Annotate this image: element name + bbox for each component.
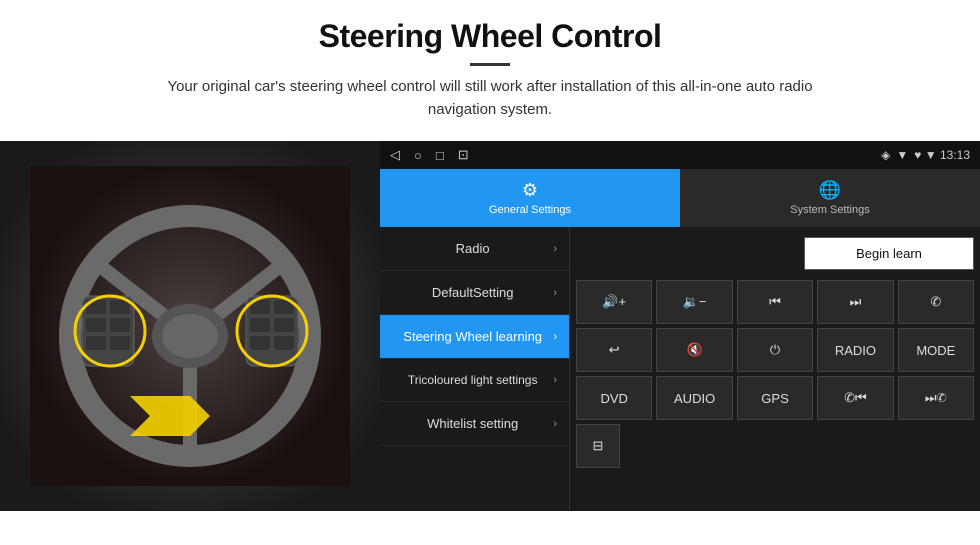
left-menu: Radio › DefaultSetting › Steering Wheel … — [380, 227, 570, 511]
settings-bottom-button[interactable]: ⊟ — [576, 424, 620, 468]
steering-wheel-area — [0, 141, 380, 511]
control-row-1: 🔊+ 🔉− ⏮ ⏭ ✆ — [576, 280, 974, 324]
control-row-2: ↩ 🔇 ⏻ RADIO MODE — [576, 328, 974, 372]
gps-button[interactable]: GPS — [737, 376, 813, 420]
radio-label: RADIO — [835, 343, 876, 358]
system-settings-icon: 🌐 — [819, 180, 841, 201]
tab-general[interactable]: ⚙ General Settings — [380, 169, 680, 227]
main-content: ◁ ○ □ ⊡ ◈ ▼ ♥ ▼ 13:13 ⚙ General Settings… — [0, 141, 980, 511]
vol-up-icon: 🔊+ — [602, 294, 626, 310]
right-panel: Begin learn 🔊+ 🔉− ⏮ — [570, 227, 980, 511]
mode-button[interactable]: MODE — [898, 328, 974, 372]
radio-button[interactable]: RADIO — [817, 328, 893, 372]
begin-learn-row: Begin learn — [576, 233, 974, 276]
tab-general-label: General Settings — [489, 204, 571, 216]
wifi-icon: ▼ — [896, 148, 908, 162]
chevron-icon: › — [553, 331, 557, 343]
gps-label: GPS — [761, 391, 788, 406]
dvd-button[interactable]: DVD — [576, 376, 652, 420]
general-settings-icon: ⚙ — [522, 180, 538, 201]
page-header: Steering Wheel Control Your original car… — [0, 0, 980, 129]
control-grid: 🔊+ 🔉− ⏮ ⏭ ✆ — [576, 280, 974, 468]
menu-item-steering[interactable]: Steering Wheel learning › — [380, 315, 569, 359]
chevron-icon: › — [553, 243, 557, 255]
phone-answer-icon: ✆ — [930, 294, 941, 310]
begin-learn-button[interactable]: Begin learn — [804, 237, 974, 270]
control-row-4: ⊟ — [576, 424, 974, 468]
prev-track-icon: ⏮ — [769, 294, 781, 310]
status-bar: ◁ ○ □ ⊡ ◈ ▼ ♥ ▼ 13:13 — [380, 141, 980, 169]
mute-icon: 🔇 — [687, 342, 703, 358]
title-divider — [470, 63, 510, 66]
menu-item-defaultsetting[interactable]: DefaultSetting › — [380, 271, 569, 315]
page-title: Steering Wheel Control — [0, 18, 980, 55]
steering-wheel-svg — [30, 166, 350, 486]
tab-system-label: System Settings — [790, 204, 869, 216]
recents-icon: □ — [436, 148, 444, 163]
next-track-button[interactable]: ⏭ — [817, 280, 893, 324]
tab-system[interactable]: 🌐 System Settings — [680, 169, 980, 227]
status-bar-left: ◁ ○ □ ⊡ — [390, 147, 469, 163]
vol-down-icon: 🔉− — [683, 294, 707, 310]
hang-up-button[interactable]: ↩ — [576, 328, 652, 372]
phone-next-icon: ⏭✆ — [925, 390, 947, 406]
clock: ♥ ▼ 13:13 — [914, 148, 970, 162]
audio-label: AUDIO — [674, 391, 715, 406]
phone-prev-icon: ✆⏮ — [844, 390, 867, 406]
vol-down-button[interactable]: 🔉− — [656, 280, 732, 324]
prev-track-button[interactable]: ⏮ — [737, 280, 813, 324]
chevron-icon: › — [553, 418, 557, 430]
location-icon: ◈ — [881, 148, 890, 162]
phone-prev-button[interactable]: ✆⏮ — [817, 376, 893, 420]
audio-button[interactable]: AUDIO — [656, 376, 732, 420]
phone-answer-button[interactable]: ✆ — [898, 280, 974, 324]
chevron-icon: › — [553, 287, 557, 299]
control-row-3: DVD AUDIO GPS ✆⏮ ⏭✆ — [576, 376, 974, 420]
mute-button[interactable]: 🔇 — [656, 328, 732, 372]
back-icon: ◁ — [390, 147, 400, 163]
next-track-icon: ⏭ — [850, 294, 862, 310]
dvd-label: DVD — [600, 391, 627, 406]
head-unit: ◁ ○ □ ⊡ ◈ ▼ ♥ ▼ 13:13 ⚙ General Settings… — [380, 141, 980, 511]
tab-bar: ⚙ General Settings 🌐 System Settings — [380, 169, 980, 227]
content-area: Radio › DefaultSetting › Steering Wheel … — [380, 227, 980, 511]
phone-next-button[interactable]: ⏭✆ — [898, 376, 974, 420]
vol-up-button[interactable]: 🔊+ — [576, 280, 652, 324]
power-icon: ⏻ — [770, 342, 780, 358]
status-bar-right: ◈ ▼ ♥ ▼ 13:13 — [881, 148, 970, 162]
menu-item-radio[interactable]: Radio › — [380, 227, 569, 271]
chevron-icon: › — [553, 374, 557, 386]
mode-label: MODE — [916, 343, 955, 358]
hang-up-icon: ↩ — [609, 342, 620, 358]
page-subtitle: Your original car's steering wheel contr… — [140, 76, 840, 121]
power-button[interactable]: ⏻ — [737, 328, 813, 372]
menu-item-tricoloured[interactable]: Tricoloured light settings › — [380, 359, 569, 402]
home-icon: ○ — [414, 148, 422, 163]
steering-bg — [0, 141, 380, 511]
menu-item-whitelist[interactable]: Whitelist setting › — [380, 402, 569, 446]
settings-bottom-icon: ⊟ — [593, 438, 604, 454]
screenshot-icon: ⊡ — [458, 147, 469, 163]
